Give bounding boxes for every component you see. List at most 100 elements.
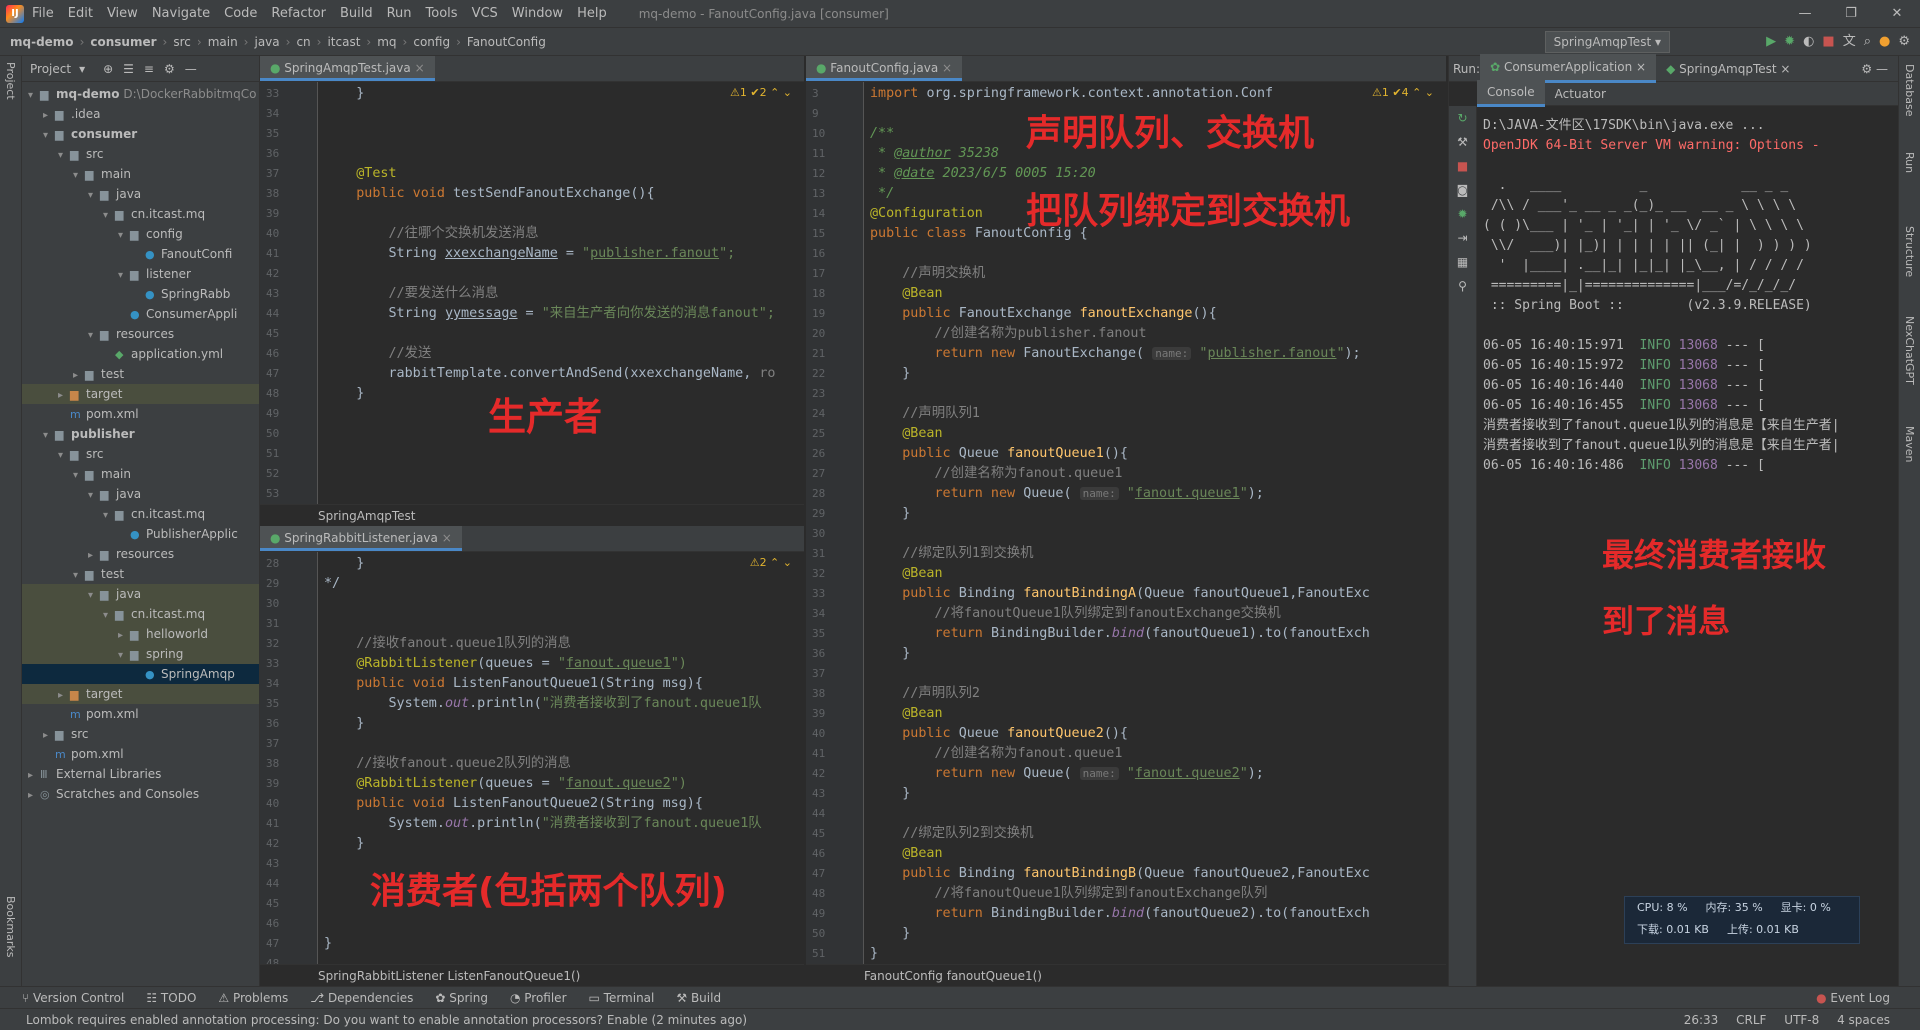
tree-item[interactable]: ▾ ▆ listener [22,264,259,284]
tab-actuator[interactable]: Actuator [1545,82,1616,106]
tree-item[interactable]: ▸ ▆ src [22,724,259,744]
code-line[interactable] [324,734,804,754]
toolwindow-terminal[interactable]: ▭ Terminal [589,991,655,1005]
code-line[interactable] [870,244,1446,264]
code-line[interactable] [324,444,804,464]
stop-icon[interactable]: ■ [1449,154,1476,178]
expand-arrow-icon[interactable]: ▾ [43,426,55,446]
code-line[interactable]: } [324,934,804,954]
code-line[interactable]: //声明队列1 [870,404,1446,424]
settings-icon[interactable]: ⚙ — [1861,62,1888,76]
gear-icon[interactable]: ⚙ [164,62,175,76]
tab-springrabbitlistener[interactable]: ● SpringRabbitListener.java × [260,526,462,551]
code-line[interactable] [324,324,804,344]
code-line[interactable]: public void ListenFanoutQueue1(String ms… [324,674,804,694]
collapse-arrow-icon[interactable]: ▸ [43,106,55,126]
code-line[interactable]: * @date 2023/6/5 0005 15:20 [870,164,1446,184]
close-tab-icon[interactable]: × [442,531,452,545]
code-line[interactable]: @Bean [870,564,1446,584]
code-line[interactable]: import org.springframework.context.annot… [870,84,1446,104]
hide-icon[interactable]: — [185,62,197,76]
menu-build[interactable]: Build [340,6,373,21]
code-line[interactable] [324,144,804,164]
code-line[interactable]: public void testSendFanoutExchange(){ [324,184,804,204]
breadcrumb-item[interactable]: java [254,35,279,49]
code-line[interactable]: System.out.println("消费者接收到了fanout.queue1… [324,814,804,834]
tree-item[interactable]: ▸ ▆ resources [22,544,259,564]
code-line[interactable]: //要发送什么消息 [324,284,804,304]
code-line[interactable]: @RabbitListener(queues = "fanout.queue2"… [324,774,804,794]
bookmarks-tool-button[interactable]: Bookmarks [4,896,17,957]
code-line[interactable]: rabbitTemplate.convertAndSend(xxexchange… [324,364,804,384]
tree-item[interactable]: ● FanoutConfi [22,244,259,264]
code-line[interactable] [324,204,804,224]
editor-breadcrumb[interactable]: FanoutConfig fanoutQueue1() [806,964,1446,986]
menu-edit[interactable]: Edit [68,6,93,21]
expand-arrow-icon[interactable]: ▾ [88,486,100,506]
minimize-button[interactable]: — [1782,0,1828,28]
code-line[interactable]: return new FanoutExchange( name: "publis… [870,344,1446,364]
locate-icon[interactable]: ⊕ [103,62,113,76]
close-tab-icon[interactable]: × [415,61,425,75]
code-line[interactable]: } [324,834,804,854]
code-line[interactable]: //声明交换机 [870,264,1446,284]
expand-arrow-icon[interactable]: ▾ [103,506,115,526]
tree-item[interactable]: ▾ ▆ cn.itcast.mq [22,604,259,624]
tree-item[interactable]: ▾ ▆ resources [22,324,259,344]
code-line[interactable] [324,614,804,634]
tree-item[interactable]: ● PublisherApplic [22,524,259,544]
code-line[interactable]: } [870,944,1446,964]
menu-help[interactable]: Help [577,6,607,21]
toolwindow-spring[interactable]: ✿ Spring [435,991,488,1005]
expand-arrow-icon[interactable]: ▾ [73,466,85,486]
settings-icon[interactable]: ⚙ [1898,32,1910,52]
tree-item[interactable]: ● ConsumerAppli [22,304,259,324]
tree-item[interactable]: ▾ ▆ java [22,584,259,604]
collapse-arrow-icon[interactable]: ▸ [118,626,130,646]
tree-item[interactable]: ● SpringAmqp [22,664,259,684]
breadcrumb-item[interactable]: itcast [327,35,360,49]
layout-icon[interactable]: ▦ [1449,250,1476,274]
menu-file[interactable]: File [32,6,54,21]
toolwindow-todo[interactable]: ☷ TODO [146,991,196,1005]
code-line[interactable] [870,664,1446,684]
code-line[interactable] [324,484,804,504]
code-line[interactable]: //创建名称为fanout.queue1 [870,744,1446,764]
code-line[interactable]: */ [324,574,804,594]
tree-item[interactable]: ▾ ▆ mq-demo D:\DockerRabbitmqCo [22,84,259,104]
expand-arrow-icon[interactable]: ▾ [118,646,130,666]
collapse-arrow-icon[interactable]: ▸ [28,786,40,806]
toolwindow-problems[interactable]: ⚠ Problems [218,991,288,1005]
code-line[interactable]: public Binding fanoutBindingB(Queue fano… [870,864,1446,884]
code-line[interactable]: //接收fanout.queue1队列的消息 [324,634,804,654]
tree-item[interactable]: ▾ ▆ consumer [22,124,259,144]
code-line[interactable]: //接收fanout.queue2队列的消息 [324,754,804,774]
tree-item[interactable]: ▾ ▆ java [22,184,259,204]
expand-arrow-icon[interactable]: ▾ [103,206,115,226]
tree-item[interactable]: ▾ ▆ main [22,164,259,184]
caret-position[interactable]: 26:33 [1684,1013,1719,1027]
code-line[interactable]: return BindingBuilder.bind(fanoutQueue1)… [870,624,1446,644]
camera-icon[interactable]: ◙ [1449,178,1476,202]
code-area[interactable]: } @Test public void testSendFanoutExchan… [324,84,804,504]
toolwindow-profiler[interactable]: ◔ Profiler [510,991,567,1005]
code-line[interactable]: public Binding fanoutBindingA(Queue fano… [870,584,1446,604]
code-line[interactable] [870,804,1446,824]
code-line[interactable] [324,124,804,144]
expand-arrow-icon[interactable]: ▾ [43,126,55,146]
code-line[interactable]: public Queue fanoutQueue2(){ [870,724,1446,744]
menu-vcs[interactable]: VCS [472,6,498,21]
expand-arrow-icon[interactable]: ▾ [103,606,115,626]
code-line[interactable]: public FanoutExchange fanoutExchange(){ [870,304,1446,324]
tab-console[interactable]: Console [1477,80,1545,107]
code-line[interactable]: //绑定队列2到交换机 [870,824,1446,844]
maven-tool-button[interactable]: Maven [1903,426,1916,462]
indent-setting[interactable]: 4 spaces [1837,1013,1890,1027]
code-line[interactable] [870,524,1446,544]
wrench-icon[interactable]: ⚒ [1449,130,1476,154]
expand-arrow-icon[interactable]: ▾ [58,146,70,166]
breadcrumb-item[interactable]: main [208,35,238,49]
menu-navigate[interactable]: Navigate [152,6,210,21]
code-line[interactable]: @Test [324,164,804,184]
code-line[interactable]: //发送 [324,344,804,364]
